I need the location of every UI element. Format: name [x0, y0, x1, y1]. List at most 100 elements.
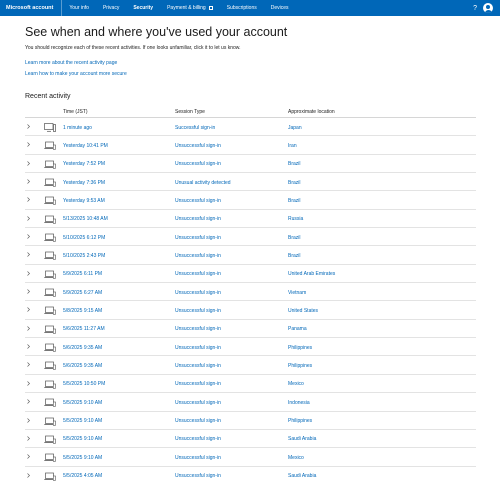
table-row[interactable]: 5/5/2025 9:10 AM Unsuccessful sign-in Indo… [25, 393, 476, 412]
table-row[interactable]: 5/5/2025 9:10 AM Unsuccessful sign-in Mexi… [25, 448, 476, 467]
table-row[interactable]: 5/10/2025 6:12 PM Unsuccessful sign-in Bra… [25, 228, 476, 247]
row-location[interactable]: Saudi Arabia [288, 436, 316, 442]
brand-logo-text[interactable]: Microsoft account [0, 0, 63, 16]
row-time[interactable]: 5/5/2025 9:10 AM [63, 455, 102, 461]
row-time[interactable]: 5/6/2025 9:35 AM [63, 363, 102, 369]
row-time[interactable]: 5/6/2025 11:27 AM [63, 326, 105, 332]
row-session-type[interactable]: Unsuccessful sign-in [175, 290, 221, 296]
row-session-type[interactable]: Unsuccessful sign-in [175, 473, 221, 479]
row-session-type[interactable]: Unsuccessful sign-in [175, 308, 221, 314]
chevron-right-icon[interactable] [26, 252, 31, 258]
row-session-type[interactable]: Unsuccessful sign-in [175, 400, 221, 406]
chevron-right-icon[interactable] [26, 216, 31, 221]
row-time[interactable]: Yesterday 9:53 AM [63, 198, 105, 204]
row-session-type[interactable]: Unsuccessful sign-in [175, 345, 221, 351]
row-location[interactable]: Mexico [288, 455, 304, 461]
row-location[interactable]: Brazil [288, 235, 301, 241]
row-location[interactable]: Brazil [288, 161, 301, 167]
row-location[interactable]: Japan [288, 125, 302, 131]
row-location[interactable]: Indonesia [288, 400, 310, 406]
chevron-right-icon[interactable] [26, 179, 31, 184]
row-time[interactable]: 5/5/2025 9:10 AM [63, 436, 102, 442]
row-time[interactable]: 5/9/2025 6:11 PM [63, 271, 102, 277]
row-session-type[interactable]: Unsuccessful sign-in [175, 161, 221, 167]
table-row[interactable]: 1 minute ago Successful sign-in Japan [25, 118, 476, 137]
table-row[interactable]: 5/5/2025 9:10 AM Unsuccessful sign-in Saud… [25, 430, 476, 449]
chevron-right-icon[interactable] [26, 381, 31, 386]
row-location[interactable]: United States [288, 308, 318, 314]
table-row[interactable]: 5/6/2025 11:27 AM Unsuccessful sign-in Pan… [25, 320, 476, 339]
row-session-type[interactable]: Unsuccessful sign-in [175, 381, 221, 387]
row-location[interactable]: United Arab Emirates [288, 271, 335, 277]
row-time[interactable]: Yesterday 10:41 PM [63, 143, 108, 149]
row-location[interactable]: Vietnam [288, 290, 306, 296]
chevron-right-icon[interactable] [26, 344, 31, 349]
row-session-type[interactable]: Unsuccessful sign-in [175, 143, 221, 149]
chevron-right-icon[interactable] [26, 472, 31, 478]
row-time[interactable]: Yesterday 7:52 PM [63, 161, 105, 167]
row-time[interactable]: 5/5/2025 9:10 AM [63, 418, 102, 424]
table-row[interactable]: 5/9/2025 6:27 AM Unsuccessful sign-in Viet… [25, 283, 476, 302]
row-location[interactable]: Russia [288, 216, 303, 222]
row-session-type[interactable]: Unsuccessful sign-in [175, 216, 221, 222]
chevron-right-icon[interactable] [26, 124, 31, 129]
chevron-right-icon[interactable] [26, 160, 31, 166]
row-location[interactable]: Panama [288, 326, 307, 332]
table-row[interactable]: 5/10/2025 2:43 PM Unsuccessful sign-in Bra… [25, 246, 476, 265]
row-session-type[interactable]: Unusual activity detected [175, 180, 231, 186]
chevron-right-icon[interactable] [26, 307, 31, 313]
chevron-right-icon[interactable] [26, 454, 31, 459]
chevron-right-icon[interactable] [26, 271, 31, 276]
table-row[interactable]: 5/8/2025 9:15 AM Unsuccessful sign-in Unit… [25, 301, 476, 320]
row-time[interactable]: 1 minute ago [63, 125, 92, 131]
row-location[interactable]: Brazil [288, 198, 301, 204]
row-location[interactable]: Brazil [288, 253, 301, 259]
learn-recent-activity-link[interactable]: Learn more about the recent activity pag… [25, 60, 117, 66]
table-row[interactable]: 5/6/2025 9:35 AM Unsuccessful sign-in Phil… [25, 338, 476, 357]
row-time[interactable]: 5/9/2025 6:27 AM [63, 290, 102, 296]
nav-your-info[interactable]: Your info [62, 0, 96, 16]
chevron-right-icon[interactable] [26, 436, 31, 441]
learn-account-secure-link[interactable]: Learn how to make your account more secu… [25, 71, 127, 77]
chevron-right-icon[interactable] [26, 417, 31, 423]
row-time[interactable]: 5/10/2025 2:43 PM [63, 253, 105, 259]
row-session-type[interactable]: Unsuccessful sign-in [175, 418, 221, 424]
row-location[interactable]: Saudi Arabia [288, 473, 316, 479]
table-row[interactable]: 5/6/2025 9:35 AM Unsuccessful sign-in Phil… [25, 356, 476, 375]
row-time[interactable]: Yesterday 7:36 PM [63, 180, 105, 186]
chevron-right-icon[interactable] [26, 197, 31, 203]
nav-privacy[interactable]: Privacy [96, 0, 126, 16]
table-row[interactable]: 5/5/2025 4:05 AM Unsuccessful sign-in Saud… [25, 467, 476, 484]
table-row[interactable]: 5/5/2025 10:50 PM Unsuccessful sign-in Mex… [25, 375, 476, 394]
avatar[interactable] [483, 3, 493, 13]
row-session-type[interactable]: Unsuccessful sign-in [175, 455, 221, 461]
help-icon[interactable]: ? [467, 5, 483, 12]
chevron-right-icon[interactable] [26, 362, 31, 368]
table-row[interactable]: 5/9/2025 6:11 PM Unsuccessful sign-in Unit… [25, 265, 476, 284]
chevron-right-icon[interactable] [26, 234, 31, 239]
row-session-type[interactable]: Successful sign-in [175, 125, 215, 131]
nav-subscriptions[interactable]: Subscriptions [220, 0, 264, 16]
row-session-type[interactable]: Unsuccessful sign-in [175, 326, 221, 332]
row-location[interactable]: Brazil [288, 180, 301, 186]
table-row[interactable]: 5/5/2025 9:10 AM Unsuccessful sign-in Phil… [25, 412, 476, 430]
row-session-type[interactable]: Unsuccessful sign-in [175, 235, 221, 241]
row-location[interactable]: Philippines [288, 345, 312, 351]
row-location[interactable]: Philippines [288, 418, 312, 424]
nav-security[interactable]: Security [126, 0, 160, 16]
table-row[interactable]: Yesterday 10:41 PM Unsuccessful sign-in Ir… [25, 136, 476, 155]
chevron-right-icon[interactable] [26, 326, 31, 331]
table-row[interactable]: 5/13/2025 10:48 AM Unsuccessful sign-in Ru… [25, 210, 476, 229]
table-row[interactable]: Yesterday 9:53 AM Unsuccessful sign-in Bra… [25, 191, 476, 210]
row-location[interactable]: Mexico [288, 381, 304, 387]
row-time[interactable]: 5/5/2025 9:10 AM [63, 400, 102, 406]
table-row[interactable]: Yesterday 7:36 PM Unusual activity detect… [25, 173, 476, 192]
chevron-right-icon[interactable] [26, 289, 31, 294]
row-session-type[interactable]: Unsuccessful sign-in [175, 198, 221, 204]
table-row[interactable]: Yesterday 7:52 PM Unsuccessful sign-in Bra… [25, 155, 476, 174]
chevron-right-icon[interactable] [26, 142, 31, 148]
row-session-type[interactable]: Unsuccessful sign-in [175, 436, 221, 442]
row-session-type[interactable]: Unsuccessful sign-in [175, 253, 221, 259]
row-session-type[interactable]: Unsuccessful sign-in [175, 363, 221, 369]
row-time[interactable]: 5/10/2025 6:12 PM [63, 235, 105, 241]
